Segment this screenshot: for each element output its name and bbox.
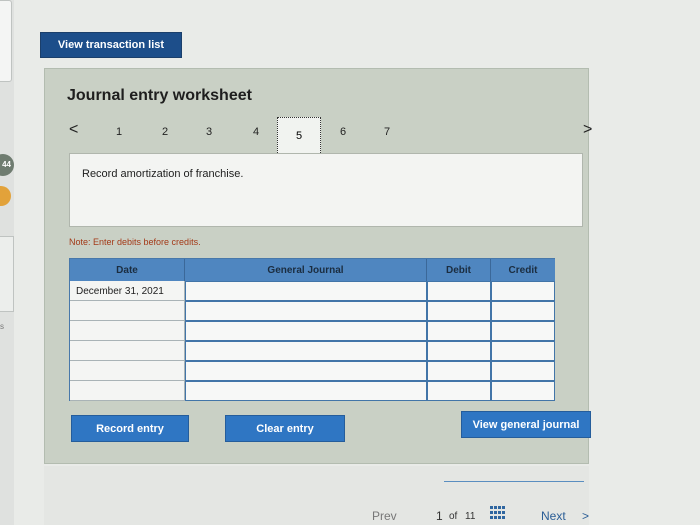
pagination-total: 11 [465, 511, 476, 522]
column-header-credit: Credit [491, 259, 555, 281]
pagination-prev-link[interactable]: Prev [372, 509, 397, 523]
table-cell-date [70, 301, 185, 321]
column-header-general-journal: General Journal [185, 259, 427, 281]
table-cell-date [70, 341, 185, 361]
credit-input[interactable] [491, 381, 555, 401]
pagination-current: 1 [436, 509, 443, 523]
sidebar-box [0, 236, 14, 312]
credit-input[interactable] [491, 341, 555, 361]
step-4[interactable]: 4 [249, 126, 263, 138]
pagination-next-link[interactable]: Next [541, 509, 566, 523]
column-header-debit: Debit [427, 259, 491, 281]
account-input[interactable] [185, 301, 427, 321]
view-transaction-list-button[interactable]: View transaction list [40, 32, 182, 58]
step-5-active[interactable]: 5 [277, 117, 321, 155]
record-entry-button[interactable]: Record entry [71, 415, 189, 442]
account-input[interactable] [185, 381, 427, 401]
table-cell-date[interactable]: December 31, 2021 [70, 281, 185, 301]
account-input[interactable] [185, 321, 427, 341]
credit-input[interactable] [491, 301, 555, 321]
debit-input[interactable] [427, 381, 491, 401]
transaction-description-box: Record amortization of franchise. [69, 153, 583, 227]
step-2[interactable]: 2 [158, 126, 172, 138]
table-cell-date [70, 361, 185, 381]
next-chevron-icon[interactable]: > [582, 509, 589, 523]
clear-entry-button[interactable]: Clear entry [225, 415, 345, 442]
debit-input[interactable] [427, 321, 491, 341]
date-value: December 31, 2021 [76, 286, 164, 297]
step-6[interactable]: 6 [336, 126, 350, 138]
question-grid-icon[interactable] [490, 506, 506, 520]
credit-input[interactable] [491, 361, 555, 381]
worksheet-title: Journal entry worksheet [67, 87, 252, 104]
step-next-chevron-icon[interactable]: > [583, 121, 592, 139]
credit-input[interactable] [491, 321, 555, 341]
step-1[interactable]: 1 [112, 126, 126, 138]
journal-entry-table: Date General Journal Debit Credit Decemb… [69, 258, 555, 401]
step-7[interactable]: 7 [380, 126, 394, 138]
account-input[interactable] [185, 361, 427, 381]
note-text: Note: Enter debits before credits. [69, 237, 201, 247]
account-input[interactable] [185, 281, 427, 301]
view-general-journal-button[interactable]: View general journal [461, 411, 591, 438]
pagination-of: of [449, 511, 458, 522]
debit-input[interactable] [427, 281, 491, 301]
table-cell-date [70, 381, 185, 401]
sidebar-fragment-text: s [0, 322, 4, 331]
account-input[interactable] [185, 341, 427, 361]
debit-input[interactable] [427, 301, 491, 321]
credit-input[interactable] [491, 281, 555, 301]
footer-area [44, 466, 589, 525]
debit-input[interactable] [427, 361, 491, 381]
debit-input[interactable] [427, 341, 491, 361]
column-header-date: Date [70, 259, 185, 281]
transaction-description: Record amortization of franchise. [82, 168, 244, 180]
step-3[interactable]: 3 [202, 126, 216, 138]
sidebar-card [0, 0, 12, 82]
step-prev-chevron-icon[interactable]: < [69, 121, 78, 139]
divider [444, 481, 584, 482]
journal-entry-worksheet-panel: Journal entry worksheet < 1 2 3 4 5 6 7 … [44, 68, 592, 464]
table-cell-date [70, 321, 185, 341]
